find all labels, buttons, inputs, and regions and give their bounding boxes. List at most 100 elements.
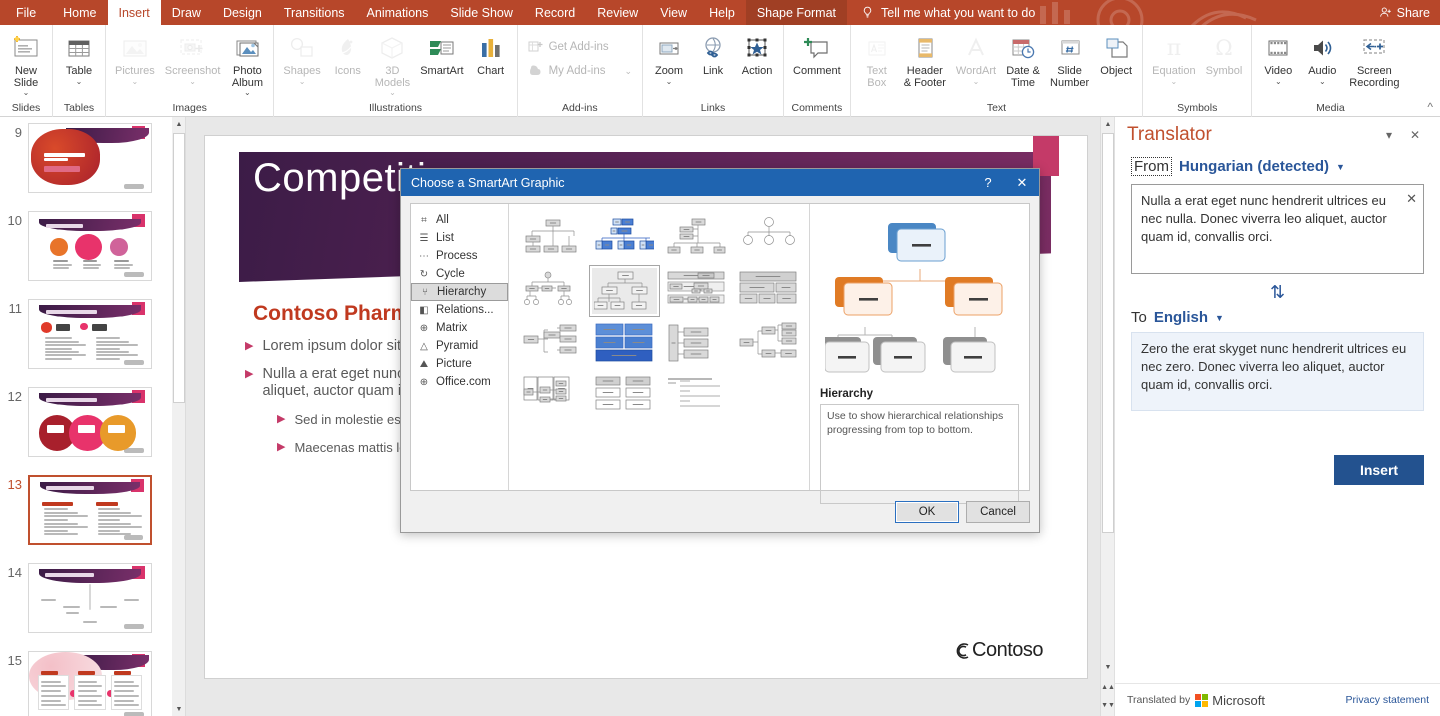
smartart-button[interactable]: SmartArt [415, 29, 468, 78]
thumbnail-scroll-up[interactable]: ▲ [172, 117, 186, 131]
canvas-scroll-thumb[interactable] [1102, 133, 1114, 533]
pane-options-button[interactable]: ▾ [1376, 122, 1402, 148]
source-text-box[interactable]: Nulla a erat eget nunc hendrerit ultrice… [1131, 184, 1424, 274]
smartart-category-cycle[interactable]: ↻Cycle [411, 265, 508, 283]
tell-me-search[interactable]: Tell me what you want to do [847, 0, 1045, 25]
to-language-value[interactable]: English [1154, 309, 1208, 326]
smartart-option-table-hierarchy[interactable] [732, 265, 803, 317]
swap-languages-button[interactable]: ⇅ [1115, 274, 1440, 305]
comment-button[interactable]: Comment [788, 29, 846, 78]
ribbon-tab-home[interactable]: Home [52, 0, 107, 25]
smartart-category-list[interactable]: ⌗All☰List⋯Process↻Cycle⑂Hierarchy◧Relati… [411, 204, 509, 490]
canvas-scroll-up[interactable]: ▲ [1101, 117, 1115, 131]
ok-button[interactable]: OK [895, 501, 959, 523]
smartart-category-all[interactable]: ⌗All [411, 211, 508, 229]
ribbon-tab-insert[interactable]: Insert [108, 0, 161, 25]
ribbon-tab-file[interactable]: File [0, 0, 52, 25]
smartart-category-pyramid[interactable]: △Pyramid [411, 337, 508, 355]
cancel-button[interactable]: Cancel [966, 501, 1030, 523]
ribbon-tab-view[interactable]: View [649, 0, 698, 25]
slide-thumbnail[interactable] [28, 475, 152, 545]
thumbnail-slide-10[interactable]: 10 [0, 211, 160, 281]
date-time-button[interactable]: Date & Time [1001, 29, 1045, 89]
share-button[interactable]: Share [1379, 0, 1430, 25]
smartart-gallery[interactable] [509, 204, 809, 490]
insert-button[interactable]: Insert [1334, 455, 1424, 485]
slide-thumbnail[interactable] [28, 299, 152, 369]
smartart-category-matrix[interactable]: ⊕Matrix [411, 319, 508, 337]
slide-thumbnail[interactable] [28, 563, 152, 633]
screen-recording-button[interactable]: Screen Recording [1344, 29, 1404, 89]
previous-slide-button[interactable]: ▲▲ [1101, 680, 1115, 694]
slide-thumbnail[interactable] [28, 211, 152, 281]
smartart-option-circle-picture-hierarchy[interactable] [732, 212, 803, 264]
dialog-close-button[interactable]: ✕ [1005, 169, 1039, 196]
pane-close-button[interactable]: ✕ [1402, 122, 1428, 148]
smartart-category-hierarchy[interactable]: ⑂Hierarchy [411, 283, 508, 301]
dialog-help-button[interactable]: ? [971, 169, 1005, 196]
zoom-button[interactable]: Zoom⌄ [647, 29, 691, 85]
smartart-category-process[interactable]: ⋯Process [411, 247, 508, 265]
smartart-option-hierarchy-list[interactable] [589, 371, 660, 423]
thumbnail-slide-12[interactable]: 12 [0, 387, 160, 457]
ribbon-tab-slide-show[interactable]: Slide Show [439, 0, 524, 25]
thumbnail-slide-9[interactable]: 9 [0, 123, 160, 193]
thumbnail-slide-14[interactable]: 14 [0, 563, 160, 633]
smartart-category-picture[interactable]: ⛰Picture [411, 355, 508, 373]
to-language-chevron-down-icon[interactable]: ▼ [1215, 313, 1224, 323]
new-slide-button[interactable]: New Slide⌄ [4, 29, 48, 96]
smartart-option-half-circle-org-chart[interactable] [661, 212, 732, 264]
thumbnail-scrollbar[interactable]: ▲ ▼ [172, 117, 186, 716]
slide-thumbnail[interactable] [28, 387, 152, 457]
object-button[interactable]: Object [1094, 29, 1138, 78]
thumbnail-slide-15[interactable]: 15 [0, 651, 160, 716]
ribbon-tab-help[interactable]: Help [698, 0, 746, 25]
smartart-category-officecom[interactable]: ⊕Office.com [411, 373, 508, 391]
audio-button[interactable]: Audio⌄ [1300, 29, 1344, 85]
smartart-option-lined-list[interactable] [517, 371, 588, 423]
clear-source-icon[interactable]: ✕ [1406, 190, 1417, 208]
smartart-option-horizontal-org-chart[interactable] [661, 265, 732, 317]
smartart-option-horizontal-hierarchy[interactable] [517, 318, 588, 370]
privacy-statement-link[interactable]: Privacy statement [1346, 694, 1429, 706]
ribbon-tab-draw[interactable]: Draw [161, 0, 212, 25]
thumbnail-scroll-down[interactable]: ▼ [172, 702, 186, 716]
smartart-option-table-list[interactable] [661, 371, 732, 423]
smartart-option-horizontal-multi-level-hierarchy[interactable] [732, 318, 803, 370]
slide-thumbnail[interactable] [28, 123, 152, 193]
from-language-value[interactable]: Hungarian (detected) [1179, 158, 1329, 175]
smartart-option-name-title-org-chart[interactable] [589, 212, 660, 264]
slide-thumbnail[interactable] [28, 651, 152, 716]
ribbon-tab-design[interactable]: Design [212, 0, 273, 25]
smartart-option-labeled-hierarchy[interactable] [517, 265, 588, 317]
smartart-option-horizontal-labeled-hierarchy[interactable] [661, 318, 732, 370]
thumbnail-scroll-thumb[interactable] [173, 133, 185, 403]
video-button[interactable]: Video⌄ [1256, 29, 1300, 85]
from-language-chevron-down-icon[interactable]: ▼ [1336, 162, 1345, 172]
smartart-category-list[interactable]: ☰List [411, 229, 508, 247]
slide-number-button[interactable]: Slide Number [1045, 29, 1094, 89]
thumbnail-slide-13[interactable]: 13 [0, 475, 160, 545]
smartart-option-architecture-layout[interactable] [589, 318, 660, 370]
thumbnail-slide-11[interactable]: 11 [0, 299, 160, 369]
ribbon-tab-transitions[interactable]: Transitions [273, 0, 356, 25]
slide-thumbnail-pane[interactable]: 9 10 11 12 13 14 15 [0, 117, 172, 716]
ribbon-tab-shape-format[interactable]: Shape Format [746, 0, 847, 25]
smartart-option-org-chart[interactable] [517, 212, 588, 264]
choose-smartart-dialog[interactable]: Choose a SmartArt Graphic ? ✕ ⌗All☰List⋯… [400, 168, 1040, 533]
next-slide-button[interactable]: ▼▼ [1101, 698, 1115, 712]
smartart-category-relations[interactable]: ◧Relations... [411, 301, 508, 319]
ribbon-tab-animations[interactable]: Animations [356, 0, 440, 25]
canvas-scroll-down[interactable]: ▼ [1101, 660, 1115, 674]
canvas-scrollbar[interactable]: ▲ ▼ ▲▲ ▼▼ [1100, 117, 1114, 716]
collapse-ribbon-button[interactable]: ^ [1427, 100, 1433, 114]
header-footer-button[interactable]: Header & Footer [899, 29, 951, 89]
smartart-option-hierarchy[interactable] [589, 265, 660, 317]
table-button[interactable]: Table⌄ [57, 29, 101, 85]
chart-button[interactable]: Chart [469, 29, 513, 78]
ribbon-tab-review[interactable]: Review [586, 0, 649, 25]
ribbon-tab-record[interactable]: Record [524, 0, 586, 25]
link-button[interactable]: Link [691, 29, 735, 78]
photo-album-button[interactable]: Photo Album⌄ [225, 29, 269, 96]
action-button[interactable]: Action [735, 29, 779, 78]
